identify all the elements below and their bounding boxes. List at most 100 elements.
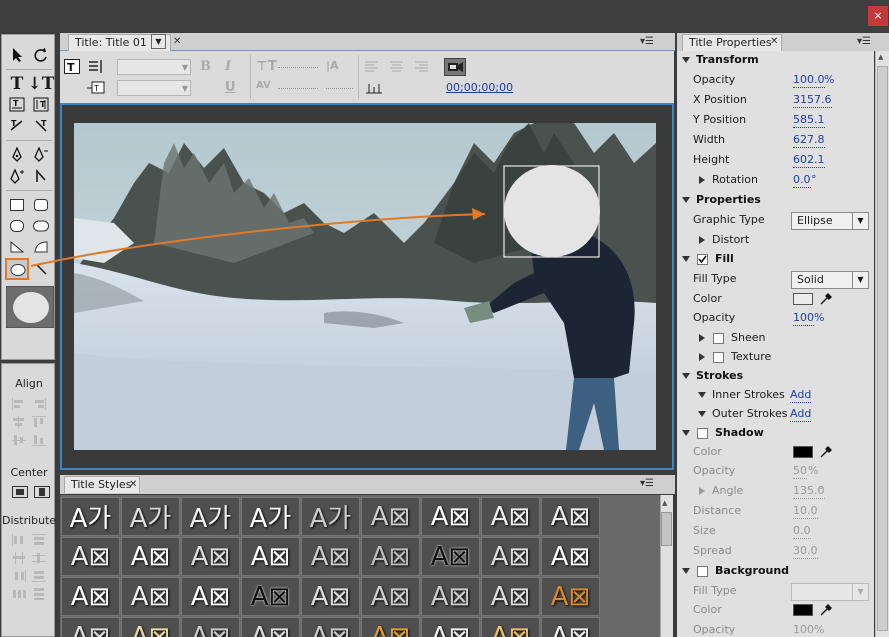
title-style-swatch[interactable]: A⊠ bbox=[241, 577, 300, 616]
tab-stops-icon[interactable] bbox=[88, 59, 104, 74]
rotation-row[interactable]: Rotation 0.0 ° bbox=[677, 171, 874, 191]
properties-scrollbar[interactable]: ▲ bbox=[875, 51, 889, 637]
scroll-up-icon[interactable]: ▲ bbox=[662, 499, 667, 507]
type-tool-icon[interactable]: T bbox=[6, 74, 28, 94]
background-timecode[interactable]: 00;00;00;00 bbox=[446, 81, 513, 94]
title-style-swatch[interactable]: A⊠ bbox=[481, 577, 540, 616]
align-text-left-icon[interactable] bbox=[365, 61, 379, 76]
font-style-dropdown[interactable]: ▼ bbox=[117, 80, 191, 96]
selection-tool-icon[interactable] bbox=[6, 45, 28, 64]
title-style-swatch[interactable]: A가 bbox=[241, 497, 300, 536]
background-checkbox[interactable] bbox=[697, 566, 708, 577]
title-style-swatch[interactable]: A⊠ bbox=[241, 537, 300, 576]
properties-section[interactable]: Properties bbox=[677, 191, 874, 211]
leading-value[interactable] bbox=[326, 88, 353, 89]
shadow-distance-value[interactable]: 10.0 bbox=[793, 504, 818, 519]
shadow-color-swatch[interactable] bbox=[793, 446, 813, 458]
title-style-swatch[interactable]: A⊠ bbox=[481, 497, 540, 536]
fill-section[interactable]: Fill bbox=[677, 250, 874, 270]
y-position-value[interactable]: 585.1 bbox=[793, 113, 825, 128]
background-fill-type-dropdown[interactable]: ▼ bbox=[791, 583, 869, 601]
title-style-swatch[interactable]: A⊠ bbox=[301, 537, 360, 576]
convert-anchor-point-tool-icon[interactable] bbox=[30, 166, 52, 185]
title-style-swatch[interactable]: A⊠ bbox=[181, 577, 240, 616]
rotation-tool-icon[interactable] bbox=[30, 45, 52, 64]
panel-menu-icon[interactable]: ▾☰ bbox=[640, 478, 654, 489]
shadow-size-value[interactable]: 0.0 bbox=[793, 524, 811, 539]
roll-crawl-options-icon[interactable]: T bbox=[64, 59, 80, 74]
expand-triangle-icon[interactable] bbox=[698, 411, 706, 417]
background-opacity-value[interactable]: 100 bbox=[793, 623, 814, 637]
shadow-section[interactable]: Shadow bbox=[677, 424, 874, 444]
add-anchor-point-tool-icon[interactable] bbox=[6, 166, 28, 185]
title-style-swatch[interactable]: A⊠ bbox=[541, 537, 600, 576]
tab-stop-icon[interactable] bbox=[365, 81, 383, 98]
tracking-value[interactable] bbox=[278, 88, 318, 89]
properties-scrollbar-thumb[interactable] bbox=[877, 66, 888, 631]
eyedropper-icon[interactable] bbox=[819, 445, 833, 459]
title-style-swatch[interactable]: A⊠ bbox=[541, 577, 600, 616]
line-tool-icon[interactable] bbox=[30, 259, 52, 278]
title-style-swatch[interactable]: A가 bbox=[181, 497, 240, 536]
title-style-swatch[interactable]: A⊠ bbox=[481, 537, 540, 576]
transform-section[interactable]: Transform bbox=[677, 51, 874, 71]
tab-title-01[interactable]: Title: Title 01 ▼ bbox=[68, 34, 171, 51]
title-style-swatch[interactable]: A⊠ bbox=[421, 577, 480, 616]
expand-triangle-icon[interactable] bbox=[682, 373, 690, 379]
underline-icon[interactable]: U bbox=[225, 80, 236, 95]
delete-anchor-point-tool-icon[interactable] bbox=[30, 145, 52, 164]
ellipse-tool-icon[interactable] bbox=[5, 258, 29, 280]
opacity-value[interactable]: 100.0 bbox=[793, 73, 825, 88]
graphic-type-dropdown[interactable]: Ellipse ▼ bbox=[791, 212, 869, 230]
path-type-tool-icon[interactable]: T bbox=[6, 116, 28, 135]
align-text-right-icon[interactable] bbox=[415, 61, 429, 76]
vertical-type-tool-icon[interactable]: ↓T bbox=[28, 74, 55, 94]
vertical-path-type-tool-icon[interactable]: T bbox=[30, 116, 52, 135]
x-position-value[interactable]: 3157.6 bbox=[793, 93, 832, 108]
close-tab-icon[interactable]: ✕ bbox=[129, 479, 137, 490]
shadow-angle-row[interactable]: Angle 135.0 ° bbox=[677, 482, 874, 502]
title-style-swatch[interactable]: A⊠ bbox=[421, 537, 480, 576]
title-style-swatch[interactable]: A⊠ bbox=[361, 497, 420, 536]
align-text-center-icon[interactable] bbox=[390, 61, 404, 76]
title-style-swatch[interactable]: A⊠ bbox=[421, 617, 480, 637]
title-style-swatch[interactable]: A⊠ bbox=[121, 537, 180, 576]
background-section[interactable]: Background bbox=[677, 562, 874, 582]
add-outer-stroke-link[interactable]: Add bbox=[790, 407, 812, 422]
expand-triangle-icon[interactable] bbox=[699, 176, 705, 184]
title-style-swatch[interactable]: A⊠ bbox=[541, 617, 600, 637]
bold-icon[interactable]: B bbox=[200, 59, 211, 74]
texture-checkbox[interactable] bbox=[713, 352, 724, 363]
title-style-swatch[interactable]: A⊠ bbox=[121, 577, 180, 616]
title-style-swatch[interactable]: A⊠ bbox=[301, 617, 360, 637]
fill-type-dropdown[interactable]: Solid ▼ bbox=[791, 271, 869, 289]
font-family-dropdown[interactable]: ▼ bbox=[117, 59, 191, 75]
vertical-area-type-tool-icon[interactable]: T bbox=[30, 95, 52, 114]
rectangle-tool-icon[interactable] bbox=[6, 195, 28, 214]
scroll-up-icon[interactable]: ▲ bbox=[878, 53, 883, 61]
rotation-value[interactable]: 0.0 bbox=[793, 173, 811, 188]
panel-menu-icon[interactable]: ▾☰ bbox=[640, 36, 654, 47]
expand-triangle-icon[interactable] bbox=[682, 57, 690, 63]
title-style-swatch[interactable]: A⊠ bbox=[121, 617, 180, 637]
width-value[interactable]: 627.8 bbox=[793, 133, 825, 148]
panel-menu-icon[interactable]: ▾☰ bbox=[857, 36, 871, 47]
height-value[interactable]: 602.1 bbox=[793, 153, 825, 168]
center-vertical-icon[interactable] bbox=[34, 486, 50, 498]
area-type-tool-icon[interactable]: T bbox=[6, 95, 28, 114]
background-color-swatch[interactable] bbox=[793, 604, 813, 616]
title-style-swatch[interactable]: A⊠ bbox=[301, 577, 360, 616]
title-style-swatch[interactable]: A⊠ bbox=[241, 617, 300, 637]
eyedropper-icon[interactable] bbox=[819, 292, 833, 306]
expand-triangle-icon[interactable] bbox=[682, 197, 690, 203]
eyedropper-icon[interactable] bbox=[819, 603, 833, 617]
fill-checkbox[interactable] bbox=[697, 254, 708, 265]
title-style-swatch[interactable]: A가 bbox=[61, 497, 120, 536]
title-style-swatch[interactable]: A⊠ bbox=[361, 617, 420, 637]
rounded-rectangle-tool-icon[interactable] bbox=[30, 216, 52, 235]
title-style-swatch[interactable]: A⊠ bbox=[361, 537, 420, 576]
title-style-swatch[interactable]: A⊠ bbox=[181, 537, 240, 576]
close-window-button[interactable]: × bbox=[868, 6, 888, 26]
title-style-swatch[interactable]: A⊠ bbox=[541, 497, 600, 536]
close-tab-icon[interactable]: ✕ bbox=[770, 36, 778, 47]
